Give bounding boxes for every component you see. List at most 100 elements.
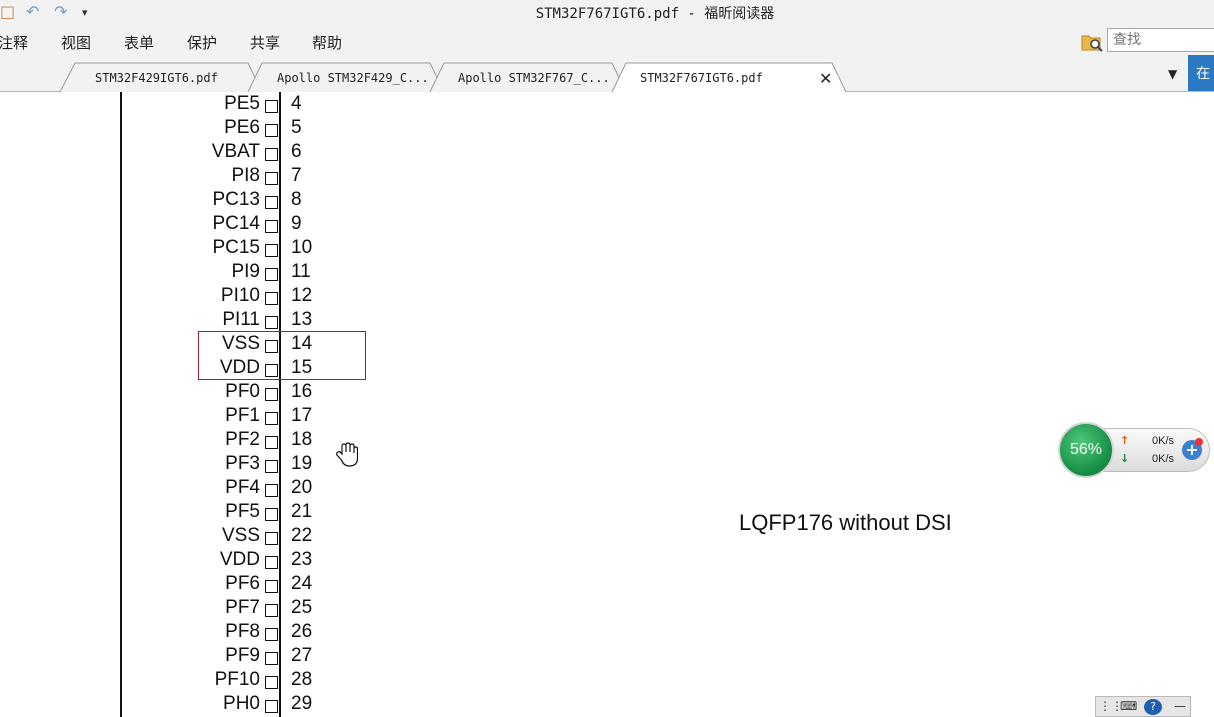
tab-stm32f767igt6[interactable]: STM32F767IGT6.pdf: [640, 71, 763, 85]
pin-name: PC15: [212, 237, 260, 258]
pin-name: PC13: [212, 189, 260, 210]
pin-pad: [265, 292, 278, 305]
menu-help[interactable]: 帮助: [312, 32, 342, 53]
pin-number: 27: [291, 645, 313, 666]
pin-row: PF2 18: [0, 429, 340, 453]
pin-pad: [265, 628, 278, 641]
package-outline-pin-edge: [279, 92, 281, 717]
pin-row: PF4 20: [0, 477, 340, 501]
download-arrow-icon: ↓: [1120, 452, 1130, 465]
pin-name: PH0: [223, 693, 260, 714]
pin-number: 9: [291, 213, 302, 234]
pin-name: PI9: [231, 261, 260, 282]
system-tray: ⋮⋮ ⌨ ? —: [1095, 696, 1191, 717]
pin-name: PF5: [225, 501, 260, 522]
pin-row: PF9 27: [0, 645, 340, 669]
pin-pad: [265, 676, 278, 689]
pin-name: PI10: [220, 285, 260, 306]
document-view[interactable]: PE5 4 PE6 5 VBAT 6 PI8 7 PC13 8 PC14 9 PC15 10 PI9 11 PI…: [0, 92, 1214, 717]
search-input[interactable]: [1107, 28, 1214, 52]
pin-number: 4: [291, 93, 302, 114]
upload-rate: 0K/s: [1152, 435, 1175, 447]
help-icon[interactable]: ?: [1144, 699, 1162, 715]
minimize-icon[interactable]: —: [1174, 699, 1186, 713]
pin-pad: [265, 124, 278, 137]
pin-pad: [265, 316, 278, 329]
pin-pad: [265, 244, 278, 257]
highlight-box: [198, 331, 366, 380]
network-speed-widget[interactable]: 56% ↑ 0K/s ↓ 0K/s +: [1058, 422, 1210, 478]
pin-name: PF2: [225, 429, 260, 450]
pin-name: PF6: [225, 573, 260, 594]
menu-form[interactable]: 表单: [124, 32, 154, 53]
pin-pad: [265, 220, 278, 233]
pin-number: 21: [291, 501, 313, 522]
pin-number: 19: [291, 453, 313, 474]
pin-number: 7: [291, 165, 302, 186]
pin-row: PC15 10: [0, 237, 340, 261]
pin-name: PI8: [231, 165, 260, 186]
pin-row: PH0 29: [0, 693, 340, 717]
pin-name: PI11: [222, 309, 260, 330]
menu-annotate[interactable]: 注释: [0, 32, 28, 53]
pin-row: PI9 11: [0, 261, 340, 285]
pin-row: PF6 24: [0, 573, 340, 597]
pin-number: 8: [291, 189, 302, 210]
pin-row: PC14 9: [0, 213, 340, 237]
pin-row: PI10 12: [0, 285, 340, 309]
pin-number: 26: [291, 621, 313, 642]
pin-name: PC14: [212, 213, 260, 234]
pin-name: PF4: [225, 477, 260, 498]
menu-protect[interactable]: 保护: [187, 32, 217, 53]
pin-pad: [265, 460, 278, 473]
pin-pad: [265, 148, 278, 161]
pin-pad: [265, 556, 278, 569]
package-label: LQFP176 without DSI: [739, 510, 952, 535]
keyboard-icon[interactable]: ⌨: [1120, 699, 1137, 713]
pin-pad: [265, 652, 278, 665]
pin-row: VSS 22: [0, 525, 340, 549]
pin-number: 17: [291, 405, 313, 426]
pin-row: PE5 4: [0, 93, 340, 117]
pin-number: 25: [291, 597, 313, 618]
search-folder-icon[interactable]: [1081, 31, 1103, 53]
pin-name: PF3: [225, 453, 260, 474]
close-tab-icon[interactable]: ✕: [819, 69, 832, 88]
pin-row: PF1 17: [0, 405, 340, 429]
pin-name: PF1: [225, 405, 260, 426]
pin-number: 10: [291, 237, 313, 258]
side-panel-button[interactable]: 在: [1188, 55, 1214, 91]
tab-stm32f429igt6[interactable]: STM32F429IGT6.pdf: [95, 71, 218, 85]
download-rate: 0K/s: [1152, 453, 1175, 465]
pin-number: 6: [291, 141, 302, 162]
pin-row: PC13 8: [0, 189, 340, 213]
pin-name: PF10: [214, 669, 260, 690]
pin-name: PE6: [224, 117, 260, 138]
pin-number: 22: [291, 525, 313, 546]
pin-pad: [265, 508, 278, 521]
tab-list-dropdown-icon[interactable]: ▼: [1168, 67, 1177, 81]
menu-share[interactable]: 共享: [250, 32, 280, 53]
pin-pad: [265, 172, 278, 185]
pin-number: 11: [291, 261, 311, 282]
notification-dot: [1195, 438, 1203, 446]
pin-pad: [265, 580, 278, 593]
pin-row: PE6 5: [0, 117, 340, 141]
pin-row: VBAT 6: [0, 141, 340, 165]
memory-usage-circle[interactable]: 56%: [1058, 422, 1114, 478]
pin-name: VBAT: [211, 141, 260, 162]
pin-number: 5: [291, 117, 302, 138]
menu-bar: 注释 视图 表单 保护 共享 帮助: [0, 26, 1214, 58]
tab-apollo-f767[interactable]: Apollo STM32F767_C...: [458, 71, 610, 85]
menu-view[interactable]: 视图: [61, 32, 91, 53]
pin-pad: [265, 412, 278, 425]
pin-number: 23: [291, 549, 313, 570]
pin-name: PF9: [225, 645, 260, 666]
pin-pad: [265, 484, 278, 497]
pin-row: PF0 16: [0, 381, 340, 405]
pin-pad: [265, 436, 278, 449]
pin-pad: [265, 700, 278, 713]
pin-row: PF3 19: [0, 453, 340, 477]
tab-apollo-f429[interactable]: Apollo STM32F429_C...: [277, 71, 429, 85]
pin-pad: [265, 268, 278, 281]
